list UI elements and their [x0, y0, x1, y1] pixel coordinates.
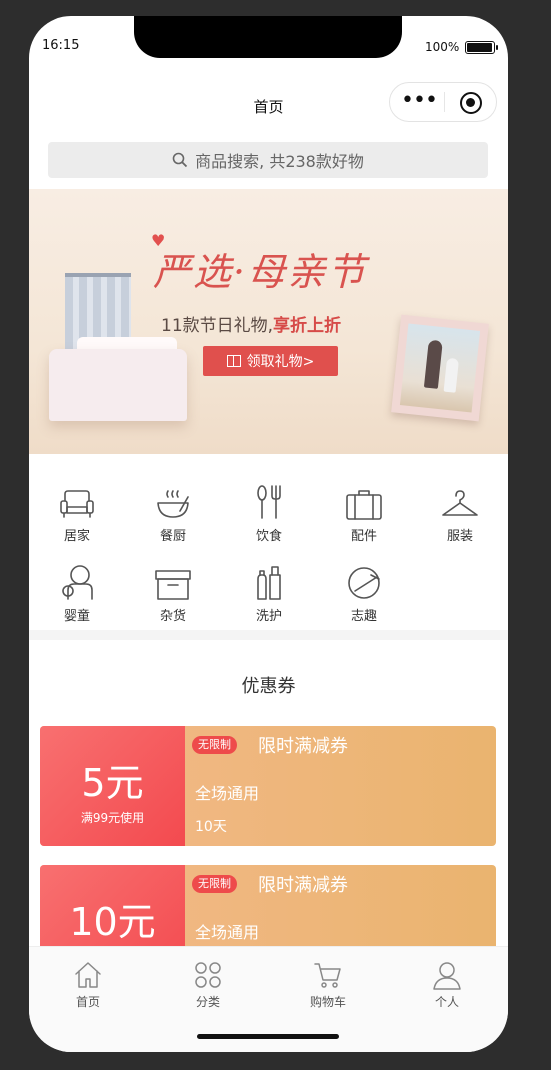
category-label: 婴童: [63, 609, 90, 624]
category-label: 餐厨: [159, 529, 186, 544]
utensils-icon: [233, 483, 305, 521]
category-label: 志趣: [350, 609, 377, 624]
suitcase-icon: [328, 483, 400, 521]
tab-item[interactable]: 首页: [48, 959, 128, 1010]
gift-icon: [226, 355, 241, 367]
coupon-card[interactable]: 5元 满99元使用 无限制 限时满减券 全场通用 10天: [40, 726, 496, 846]
coupon-condition: 满99元使用: [80, 811, 145, 825]
tab-label: 分类: [195, 995, 220, 1009]
coupon-tag: 无限制: [192, 736, 237, 754]
more-icon[interactable]: •••: [401, 90, 438, 112]
coupon-days: 10天: [195, 819, 227, 835]
battery-icon: [465, 41, 498, 54]
section-divider: [29, 630, 508, 640]
search-placeholder: 商品搜索, 共238款好物: [195, 152, 364, 171]
coupon-amount: 5元: [81, 761, 144, 805]
hanger-icon: [424, 483, 496, 521]
category-item[interactable]: 居家: [41, 483, 113, 544]
tab-item[interactable]: 分类: [168, 959, 248, 1010]
coupon-tag: 无限制: [192, 875, 237, 893]
battery-percent: 100%: [425, 40, 460, 54]
home-icon: [48, 959, 128, 991]
tab-label: 首页: [75, 995, 100, 1009]
category-label: 饮食: [255, 529, 282, 544]
coupon-amount: 10元: [69, 900, 156, 944]
claim-gift-button[interactable]: 领取礼物>: [203, 346, 338, 376]
category-item[interactable]: 婴童: [41, 563, 113, 624]
tab-item[interactable]: 个人: [407, 959, 487, 1010]
category-item[interactable]: 配件: [328, 483, 400, 544]
category-item[interactable]: 餐厨: [137, 483, 209, 544]
box-icon: [137, 563, 209, 601]
category-grid: 居家 餐厨 饮食 配件 服装婴童 杂货 洗护 志趣: [29, 469, 508, 629]
pot-icon: [137, 483, 209, 521]
category-label: 杂货: [159, 609, 186, 624]
search-bar[interactable]: 商品搜索, 共238款好物: [48, 142, 488, 178]
close-target-icon[interactable]: [460, 92, 482, 114]
coupon-scope: 全场通用: [195, 784, 260, 803]
plate-icon: [328, 563, 400, 601]
banner-subtitle: 11款节日礼物,享折上折: [161, 316, 342, 336]
category-item[interactable]: 志趣: [328, 563, 400, 624]
tab-item[interactable]: 购物车: [288, 959, 368, 1010]
category-item[interactable]: 杂货: [137, 563, 209, 624]
status-time: 16:15: [42, 38, 80, 53]
category-label: 服装: [446, 529, 473, 544]
sofa-icon: [41, 483, 113, 521]
search-icon: [172, 152, 188, 168]
category-icon: [168, 959, 248, 991]
category-label: 配件: [350, 529, 377, 544]
photo-frame-illustration: [391, 314, 489, 422]
notch: [134, 16, 402, 58]
tab-label: 个人: [434, 995, 459, 1009]
coupon-name: 限时满减券: [258, 736, 348, 757]
cart-icon: [288, 959, 368, 991]
coupon-name: 限时满减券: [258, 875, 348, 896]
user-icon: [407, 959, 487, 991]
coupon-section-title: 优惠券: [241, 676, 296, 697]
coupon-scope: 全场通用: [195, 923, 260, 942]
promo-banner[interactable]: ♥ 严选·母亲节 11款节日礼物,享折上折 领取礼物>: [29, 189, 508, 454]
category-label: 洗护: [255, 609, 282, 624]
category-item[interactable]: 服装: [424, 483, 496, 544]
coupon-value-panel: 5元 满99元使用: [40, 726, 185, 846]
banner-title: 严选·母亲节: [153, 250, 368, 294]
category-item[interactable]: 洗护: [233, 563, 305, 624]
category-label: 居家: [63, 529, 90, 544]
tab-label: 购物车: [309, 995, 346, 1009]
bed-illustration: [49, 349, 187, 421]
mini-program-capsule: •••: [389, 82, 497, 122]
category-item[interactable]: 饮食: [233, 483, 305, 544]
home-indicator: [197, 1034, 339, 1039]
bottles-icon: [233, 563, 305, 601]
phone-screen: 16:15 100% 首页 ••• 商品搜索, 共238款好物 ♥ 严选·母亲节…: [29, 16, 508, 1052]
baby-icon: [41, 563, 113, 601]
